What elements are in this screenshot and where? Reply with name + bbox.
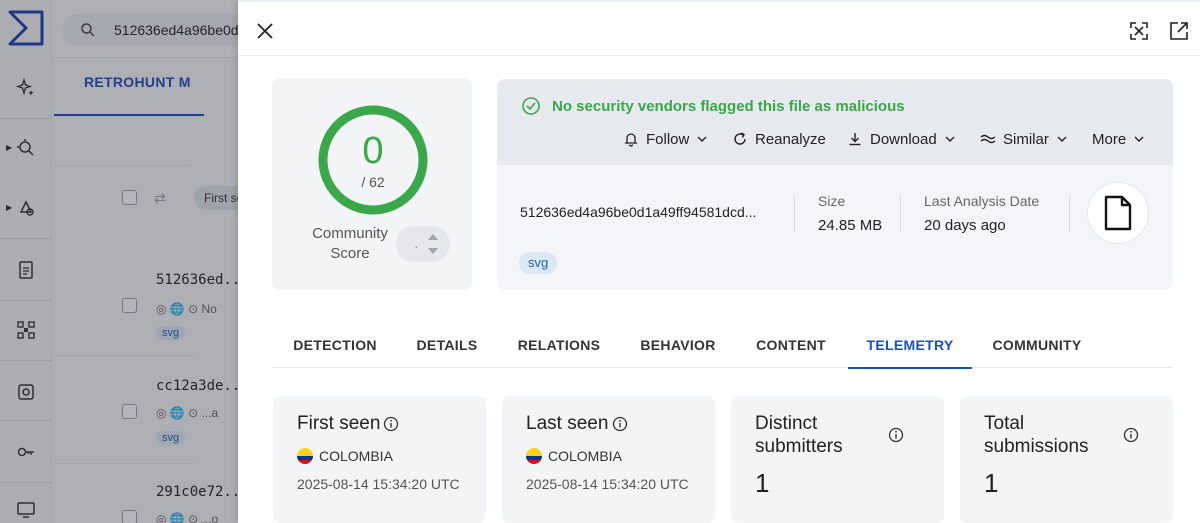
vote-down-icon[interactable]: [428, 248, 438, 254]
similar-button[interactable]: Similar: [980, 127, 1068, 151]
tab-detection[interactable]: DETECTION: [272, 322, 398, 368]
tab-behavior[interactable]: BEHAVIOR: [622, 322, 734, 368]
chevron-down-icon: [1057, 136, 1067, 142]
info-icon[interactable]: [612, 416, 628, 432]
detection-score-card: 0 / 62 Community Score ·: [272, 78, 472, 290]
size-label: Size: [818, 193, 846, 209]
refresh-icon: [734, 132, 746, 145]
distinct-submitters-value: 1: [755, 468, 770, 498]
last-seen-country: COLOMBIA: [526, 448, 622, 464]
similar-icon: [980, 134, 996, 144]
file-summary-card: No security vendors flagged this file as…: [497, 79, 1173, 290]
colombia-flag-icon: [297, 448, 313, 464]
first-seen-country: COLOMBIA: [297, 448, 393, 464]
drawer-header: [238, 0, 1200, 56]
tab-community[interactable]: COMMUNITY: [972, 322, 1102, 368]
chevron-down-icon: [1134, 136, 1144, 142]
verdict-text: No security vendors flagged this file as…: [552, 98, 905, 115]
distinct-submitters-card: Distinct submitters 1: [731, 396, 944, 523]
last-analysis-label: Last Analysis Date: [924, 193, 1040, 209]
download-button[interactable]: Download: [847, 127, 956, 151]
report-tabs: DETECTION DETAILS RELATIONS BEHAVIOR CON…: [272, 322, 1173, 369]
file-hash[interactable]: 512636ed4a96be0d1a49ff94581dcd...: [520, 204, 756, 220]
info-icon[interactable]: [383, 416, 399, 432]
download-icon: [849, 133, 861, 146]
size-value: 24.85 MB: [818, 217, 883, 234]
tab-telemetry[interactable]: TELEMETRY: [848, 322, 972, 369]
last-seen-title: Last seen: [526, 413, 609, 434]
colombia-flag-icon: [526, 448, 542, 464]
detection-total: / 62: [361, 174, 385, 190]
last-seen-date: 2025-08-14 15:34:20 UTC: [526, 476, 689, 492]
total-submissions-title: Total submissions: [984, 413, 1089, 457]
open-in-new-icon[interactable]: [1168, 20, 1190, 42]
total-submissions-card: Total submissions 1: [960, 396, 1173, 523]
distinct-submitters-title: Distinct submitters: [755, 413, 843, 457]
tab-content[interactable]: CONTENT: [734, 322, 848, 368]
close-icon[interactable]: [254, 20, 276, 42]
detection-count: 0: [362, 130, 384, 172]
expand-icon[interactable]: [1128, 20, 1150, 42]
vote-up-icon[interactable]: [428, 234, 438, 240]
info-icon[interactable]: [888, 427, 904, 443]
divider: [1069, 195, 1070, 233]
chevron-down-icon: [945, 136, 955, 142]
more-button[interactable]: More: [1092, 127, 1145, 151]
file-detail-drawer: 0 / 62 Community Score · No security ven…: [238, 0, 1200, 523]
check-circle-icon: [522, 97, 540, 115]
first-seen-card: First seen COLOMBIA 2025-08-14 15:34:20 …: [273, 396, 486, 523]
divider: [794, 195, 795, 233]
last-analysis-value: 20 days ago: [924, 217, 1006, 234]
summary-header: No security vendors flagged this file as…: [497, 79, 1173, 165]
divider: [900, 195, 901, 233]
tab-details[interactable]: DETAILS: [398, 322, 496, 368]
summary-actions: Follow Reanalyze Download Similar More: [497, 127, 1173, 151]
chevron-down-icon: [697, 136, 707, 142]
tab-relations[interactable]: RELATIONS: [496, 322, 622, 368]
bell-icon: [624, 133, 638, 147]
total-submissions-value: 1: [984, 468, 999, 498]
follow-button[interactable]: Follow: [623, 127, 708, 151]
first-seen-date: 2025-08-14 15:34:20 UTC: [297, 476, 460, 492]
community-vote-widget[interactable]: ·: [396, 226, 450, 262]
community-score-label: Community Score: [312, 225, 388, 262]
modal-backdrop[interactable]: [0, 0, 238, 523]
file-icon: [1104, 195, 1132, 231]
info-icon[interactable]: [1123, 427, 1139, 443]
last-seen-card: Last seen COLOMBIA 2025-08-14 15:34:20 U…: [502, 396, 715, 523]
vote-value-dot: ·: [414, 238, 419, 254]
file-type-badge: [1087, 182, 1149, 244]
reanalyze-button[interactable]: Reanalyze: [732, 127, 826, 151]
file-type-tag[interactable]: svg: [519, 252, 558, 274]
first-seen-title: First seen: [297, 413, 381, 434]
